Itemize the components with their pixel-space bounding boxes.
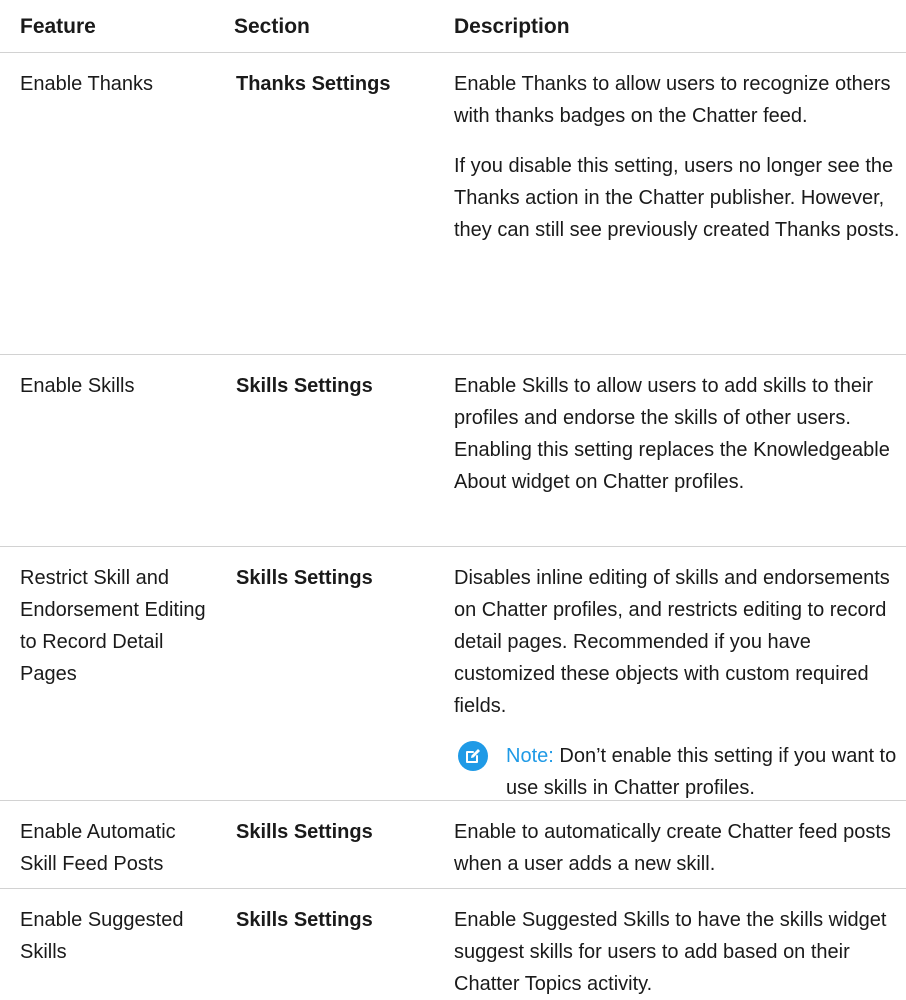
section-cell: Skills Settings bbox=[236, 909, 373, 931]
table-header-row: Feature Section Description bbox=[0, 0, 906, 53]
note-edit-icon bbox=[458, 741, 488, 771]
table-row: Restrict Skill and Endorsement Editing t… bbox=[0, 547, 906, 801]
note-label: Note: bbox=[506, 745, 554, 767]
note-body: Note: Don’t enable this setting if you w… bbox=[506, 740, 900, 804]
settings-table: Feature Section Description Enable Thank… bbox=[0, 0, 906, 995]
description-cell: Enable Skills to allow users to add skil… bbox=[452, 355, 906, 546]
description-cell: Disables inline editing of skills and en… bbox=[452, 547, 906, 800]
column-header-description: Description bbox=[454, 15, 570, 38]
description-paragraph: Enable Suggested Skills to have the skil… bbox=[454, 909, 887, 995]
description-paragraph: Disables inline editing of skills and en… bbox=[454, 567, 890, 717]
description-paragraph: Enable Skills to allow users to add skil… bbox=[454, 375, 890, 493]
column-header-section: Section bbox=[234, 15, 310, 38]
section-cell: Skills Settings bbox=[236, 821, 373, 843]
note-callout: Note: Don’t enable this setting if you w… bbox=[454, 740, 900, 804]
column-header-feature: Feature bbox=[20, 15, 96, 38]
feature-cell: Enable Thanks bbox=[20, 73, 154, 95]
table-row: Enable Thanks Thanks Settings Enable Tha… bbox=[0, 53, 906, 355]
table-row: Enable Automatic Skill Feed Posts Skills… bbox=[0, 801, 906, 889]
description-paragraph: If you disable this setting, users no lo… bbox=[454, 155, 900, 241]
description-cell: Enable Suggested Skills to have the skil… bbox=[452, 889, 906, 995]
table-row: Enable Skills Skills Settings Enable Ski… bbox=[0, 355, 906, 547]
description-paragraph: Enable to automatically create Chatter f… bbox=[454, 821, 891, 875]
section-cell: Skills Settings bbox=[236, 375, 373, 397]
feature-cell: Enable Skills bbox=[20, 375, 135, 397]
table-row: Enable Suggested Skills Skills Settings … bbox=[0, 889, 906, 995]
description-paragraph: Enable Thanks to allow users to recogniz… bbox=[454, 73, 891, 127]
section-cell: Thanks Settings bbox=[236, 73, 391, 95]
feature-cell: Enable Suggested Skills bbox=[20, 909, 184, 963]
description-cell: Enable Thanks to allow users to recogniz… bbox=[452, 53, 906, 354]
feature-cell: Enable Automatic Skill Feed Posts bbox=[20, 821, 176, 875]
section-cell: Skills Settings bbox=[236, 567, 373, 589]
feature-cell: Restrict Skill and Endorsement Editing t… bbox=[20, 567, 206, 685]
description-cell: Enable to automatically create Chatter f… bbox=[452, 801, 906, 888]
note-text: Don’t enable this setting if you want to… bbox=[506, 745, 897, 799]
